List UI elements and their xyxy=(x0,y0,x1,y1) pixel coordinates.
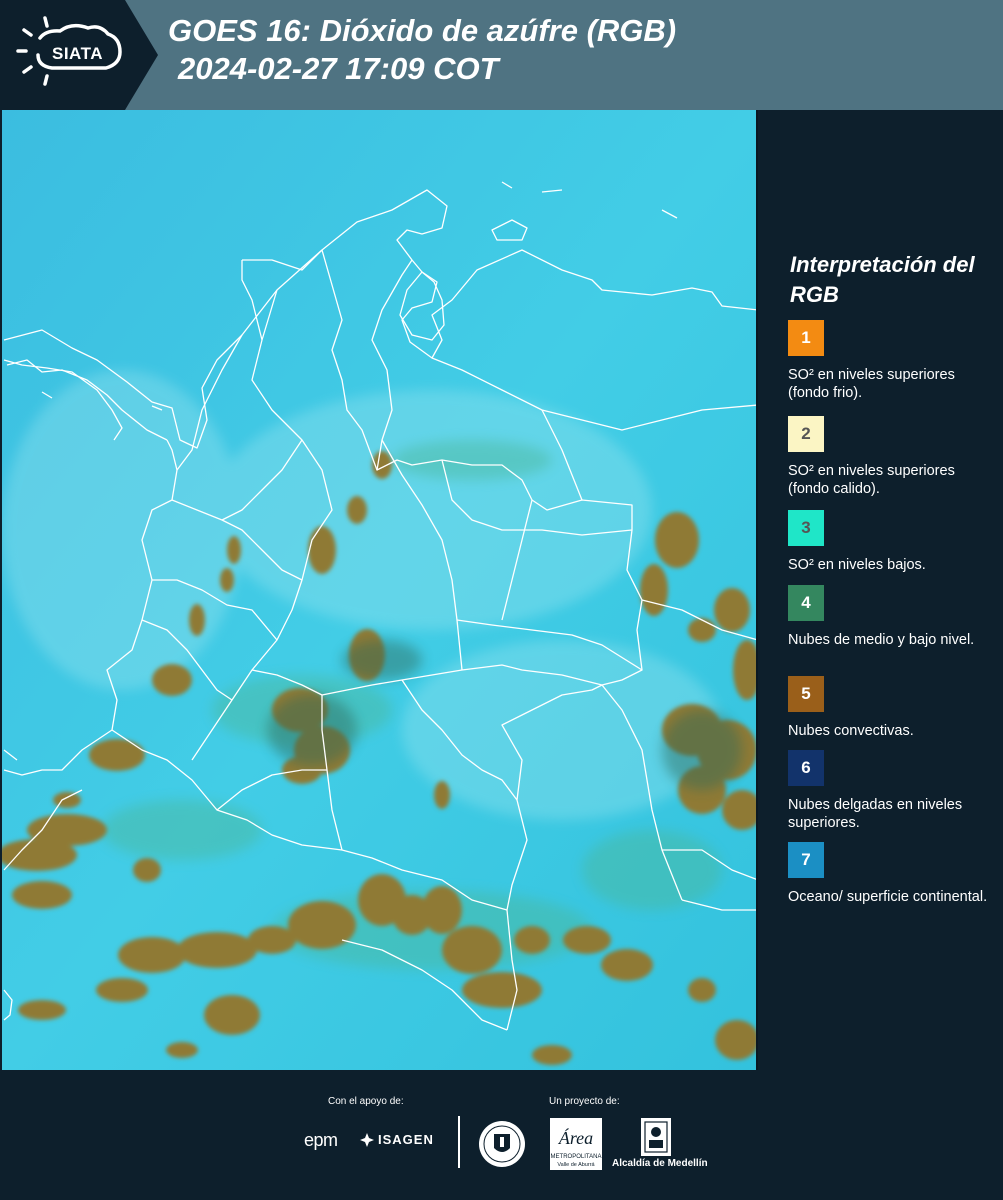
legend-label-3: SO² en niveles bajos. xyxy=(788,557,926,573)
map-canvas xyxy=(2,110,756,1070)
isagen-icon xyxy=(360,1133,374,1147)
legend-panel: Interpretación del RGB 1 SO² en niveles … xyxy=(760,110,1003,1070)
header-bar: SIATA GOES 16: Dióxido de azúfre (RGB) 2… xyxy=(0,0,1003,110)
legend-swatch-1: 1 xyxy=(788,320,824,356)
legend-swatch-2: 2 xyxy=(788,416,824,452)
legend-swatch-5: 5 xyxy=(788,676,824,712)
legend-item-2: 2 SO² en niveles superiores (fondo calid… xyxy=(788,416,998,498)
satellite-map[interactable] xyxy=(2,110,758,1070)
legend-label-5: Nubes convectivas. xyxy=(788,723,914,739)
project-label: Un proyecto de: xyxy=(549,1096,620,1107)
siata-logo-text: SIATA xyxy=(52,44,103,63)
legend-item-4: 4 Nubes de medio y bajo nivel. xyxy=(788,585,998,649)
medellin-seal-icon xyxy=(479,1121,525,1167)
svg-text:Valle de Aburrá: Valle de Aburrá xyxy=(557,1162,595,1168)
svg-text:Área: Área xyxy=(558,1127,593,1148)
support-label: Con el apoyo de: xyxy=(328,1096,404,1107)
alcaldia-label: Alcaldía de Medellín xyxy=(612,1158,708,1169)
legend-label-2: SO² en niveles superiores (fondo calido)… xyxy=(788,463,955,497)
footer-divider xyxy=(458,1116,460,1168)
epm-logo: epm xyxy=(304,1130,338,1150)
legend-label-6: Nubes delgadas en niveles superiores. xyxy=(788,797,963,831)
legend-item-1: 1 SO² en niveles superiores (fondo frio)… xyxy=(788,320,998,402)
legend-swatch-6: 6 xyxy=(788,750,824,786)
alcaldia-crest-icon xyxy=(641,1118,671,1156)
legend-item-7: 7 Oceano/ superficie continental. xyxy=(788,842,998,906)
legend-item-6: 6 Nubes delgadas en niveles superiores. xyxy=(788,750,998,832)
legend-item-5: 5 Nubes convectivas. xyxy=(788,676,998,740)
siata-logo: SIATA xyxy=(0,0,158,110)
legend-label-4: Nubes de medio y bajo nivel. xyxy=(788,632,975,648)
legend-title: Interpretación del RGB xyxy=(790,252,975,307)
title-product: GOES 16: Dióxido de azúfre (RGB) xyxy=(168,13,677,48)
footer-bar: Con el apoyo de: Un proyecto de: epm ISA… xyxy=(0,1070,1003,1200)
legend-swatch-7: 7 xyxy=(788,842,824,878)
svg-text:METROPOLITANA: METROPOLITANA xyxy=(551,1154,602,1160)
isagen-logo: ISAGEN xyxy=(378,1132,434,1147)
title-timestamp: 2024-02-27 17:09 COT xyxy=(178,51,499,86)
legend-swatch-4: 4 xyxy=(788,585,824,621)
area-metropolitana-logo: Área METROPOLITANA Valle de Aburrá xyxy=(550,1118,602,1170)
legend-label-7: Oceano/ superficie continental. xyxy=(788,889,988,905)
page-title: GOES 16: Dióxido de azúfre (RGB) 2024-02… xyxy=(168,12,676,88)
legend-swatch-3: 3 xyxy=(788,510,824,546)
legend-item-3: 3 SO² en niveles bajos. xyxy=(788,510,998,574)
legend-label-1: SO² en niveles superiores (fondo frio). xyxy=(788,367,955,401)
